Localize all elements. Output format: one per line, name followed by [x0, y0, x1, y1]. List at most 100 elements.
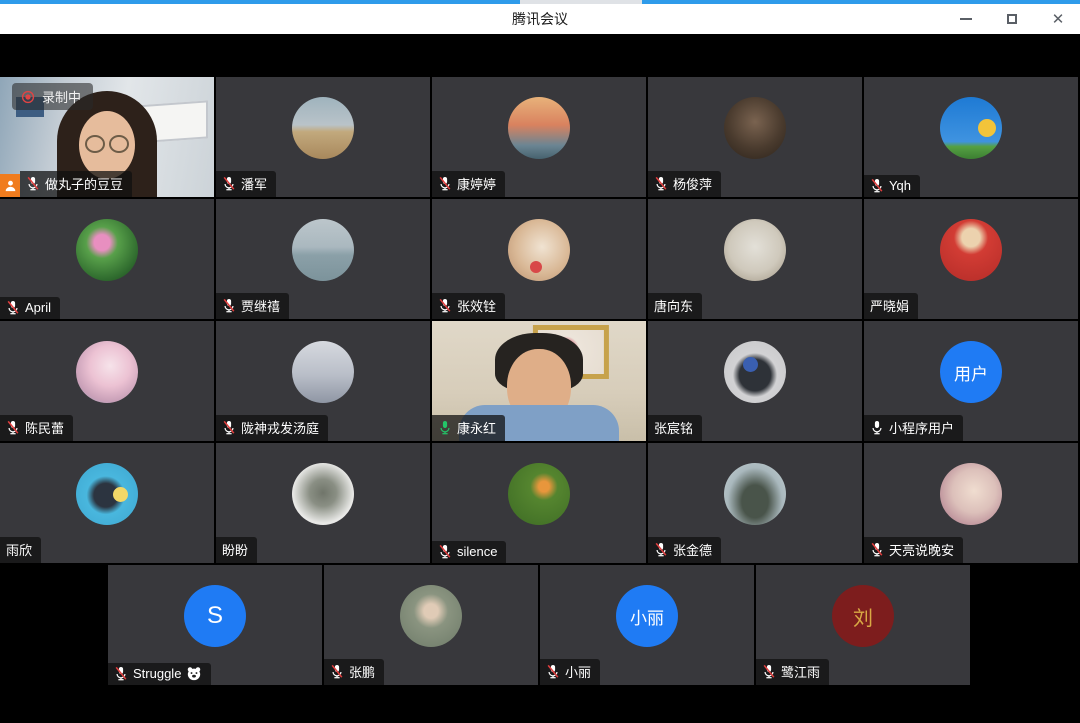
participant-tile[interactable]: 盼盼: [216, 443, 430, 563]
title-bar: 腾讯会议 ✕: [0, 4, 1080, 34]
participant-tile[interactable]: 康永红: [432, 321, 646, 441]
photo-avatar: [508, 219, 570, 281]
participant-tile[interactable]: SStruggle: [108, 565, 322, 685]
photo-avatar: [292, 463, 354, 525]
participant-name-label: 康婷婷: [432, 171, 505, 197]
participant-name-label: 小丽: [540, 659, 600, 685]
mic-on-icon: [870, 420, 884, 435]
participant-tile[interactable]: silence: [432, 443, 646, 563]
mic-muted-icon: [870, 542, 884, 557]
participant-tile[interactable]: 唐向东: [648, 199, 862, 319]
participant-name-label: 张鹏: [324, 659, 384, 685]
participant-name: silence: [457, 544, 497, 559]
participant-name-label: 天亮说晚安: [864, 537, 963, 563]
initial-avatar: 小丽: [616, 585, 678, 647]
mic-speaking-icon: [438, 420, 452, 435]
avatar-text: 刘: [853, 602, 873, 631]
mic-muted-icon: [222, 298, 236, 313]
participant-name-label: 张效铨: [432, 293, 505, 319]
participant-name: 潘军: [241, 174, 267, 193]
participant-name: 天亮说晚安: [889, 540, 954, 559]
participant-name: 康永红: [457, 418, 496, 437]
photo-avatar: [724, 97, 786, 159]
participant-tile[interactable]: 张金德: [648, 443, 862, 563]
host-badge: [0, 174, 20, 197]
participant-name-label: 杨俊萍: [648, 171, 721, 197]
participant-tile[interactable]: 陇神戎发汤庭: [216, 321, 430, 441]
participant-tile[interactable]: 潘军: [216, 77, 430, 197]
participant-name-label: 潘军: [216, 171, 276, 197]
photo-avatar: [508, 97, 570, 159]
avatar-text: 用户: [954, 360, 988, 385]
participant-tile[interactable]: Yqh: [864, 77, 1078, 197]
participant-name: April: [25, 300, 51, 315]
tencent-meeting-window: 腾讯会议 ✕ 录制中做丸子的豆豆潘军康婷婷杨俊萍YqhApril贾继禧张效铨唐向…: [0, 0, 1080, 723]
participant-name-label: Yqh: [864, 175, 920, 197]
participant-tile[interactable]: 用户小程序用户: [864, 321, 1078, 441]
participant-name-label: 做丸子的豆豆: [20, 171, 132, 197]
participant-name: 陈民蕾: [25, 418, 64, 437]
avatar-detail-dot: [113, 487, 128, 502]
photo-avatar: [292, 219, 354, 281]
participant-tile[interactable]: 雨欣: [0, 443, 214, 563]
participant-tile[interactable]: 杨俊萍: [648, 77, 862, 197]
mic-muted-icon: [6, 300, 20, 315]
participant-grid-main: 录制中做丸子的豆豆潘军康婷婷杨俊萍YqhApril贾继禧张效铨唐向东严晓娟陈民蕾…: [0, 77, 1080, 563]
participant-name-label: 张金德: [648, 537, 721, 563]
participant-tile[interactable]: April: [0, 199, 214, 319]
mic-muted-icon: [870, 178, 884, 193]
mic-muted-icon: [762, 664, 776, 679]
participant-name: 小程序用户: [889, 418, 954, 437]
participant-tile[interactable]: 贾继禧: [216, 199, 430, 319]
photo-avatar: [400, 585, 462, 647]
window-title: 腾讯会议: [512, 9, 568, 29]
participant-name: 唐向东: [654, 296, 693, 315]
photo-avatar: [76, 463, 138, 525]
minimize-button[interactable]: [958, 11, 974, 27]
initial-avatar: 刘: [832, 585, 894, 647]
initial-avatar: 用户: [940, 341, 1002, 403]
participant-tile[interactable]: 天亮说晚安: [864, 443, 1078, 563]
participant-tile[interactable]: 录制中做丸子的豆豆: [0, 77, 214, 197]
participant-tile[interactable]: 刘鹭江雨: [756, 565, 970, 685]
mic-muted-icon: [654, 542, 668, 557]
participant-tile[interactable]: 陈民蕾: [0, 321, 214, 441]
host-person-icon: [4, 179, 17, 192]
participant-name: 严晓娟: [870, 296, 909, 315]
participant-tile[interactable]: 小丽小丽: [540, 565, 754, 685]
participant-name: 张金德: [673, 540, 712, 559]
mic-muted-icon: [546, 664, 560, 679]
participant-name-label: 康永红: [432, 415, 505, 441]
photo-avatar: [508, 463, 570, 525]
glasses: [85, 135, 129, 153]
maximize-button[interactable]: [1004, 11, 1020, 27]
participant-tile[interactable]: 康婷婷: [432, 77, 646, 197]
photo-avatar: [724, 341, 786, 403]
avatar-text: 小丽: [630, 604, 664, 629]
participant-tile[interactable]: 严晓娟: [864, 199, 1078, 319]
participant-name: 雨欣: [6, 540, 32, 559]
mic-muted-icon: [26, 176, 40, 191]
participant-grid-bottom-row: SStruggle张鹏小丽小丽刘鹭江雨: [108, 565, 970, 685]
photo-avatar: [292, 341, 354, 403]
participant-tile[interactable]: 张效铨: [432, 199, 646, 319]
participant-tile[interactable]: 张宸铭: [648, 321, 862, 441]
participant-name: 盼盼: [222, 540, 248, 559]
mic-muted-icon: [330, 664, 344, 679]
participant-name: 康婷婷: [457, 174, 496, 193]
photo-avatar: [940, 463, 1002, 525]
participant-name: 贾继禧: [241, 296, 280, 315]
participant-name: 杨俊萍: [673, 174, 712, 193]
mic-muted-icon: [654, 176, 668, 191]
photo-avatar: [724, 219, 786, 281]
recording-badge: 录制中: [12, 83, 93, 110]
participant-name: 张效铨: [457, 296, 496, 315]
close-button[interactable]: ✕: [1050, 11, 1066, 27]
photo-avatar: [292, 97, 354, 159]
participant-name-label: 张宸铭: [648, 415, 702, 441]
participant-tile[interactable]: 张鹏: [324, 565, 538, 685]
participant-name: Struggle: [133, 666, 181, 681]
participant-name-label: April: [0, 297, 60, 319]
mic-muted-icon: [438, 298, 452, 313]
participant-name: 做丸子的豆豆: [45, 174, 123, 193]
